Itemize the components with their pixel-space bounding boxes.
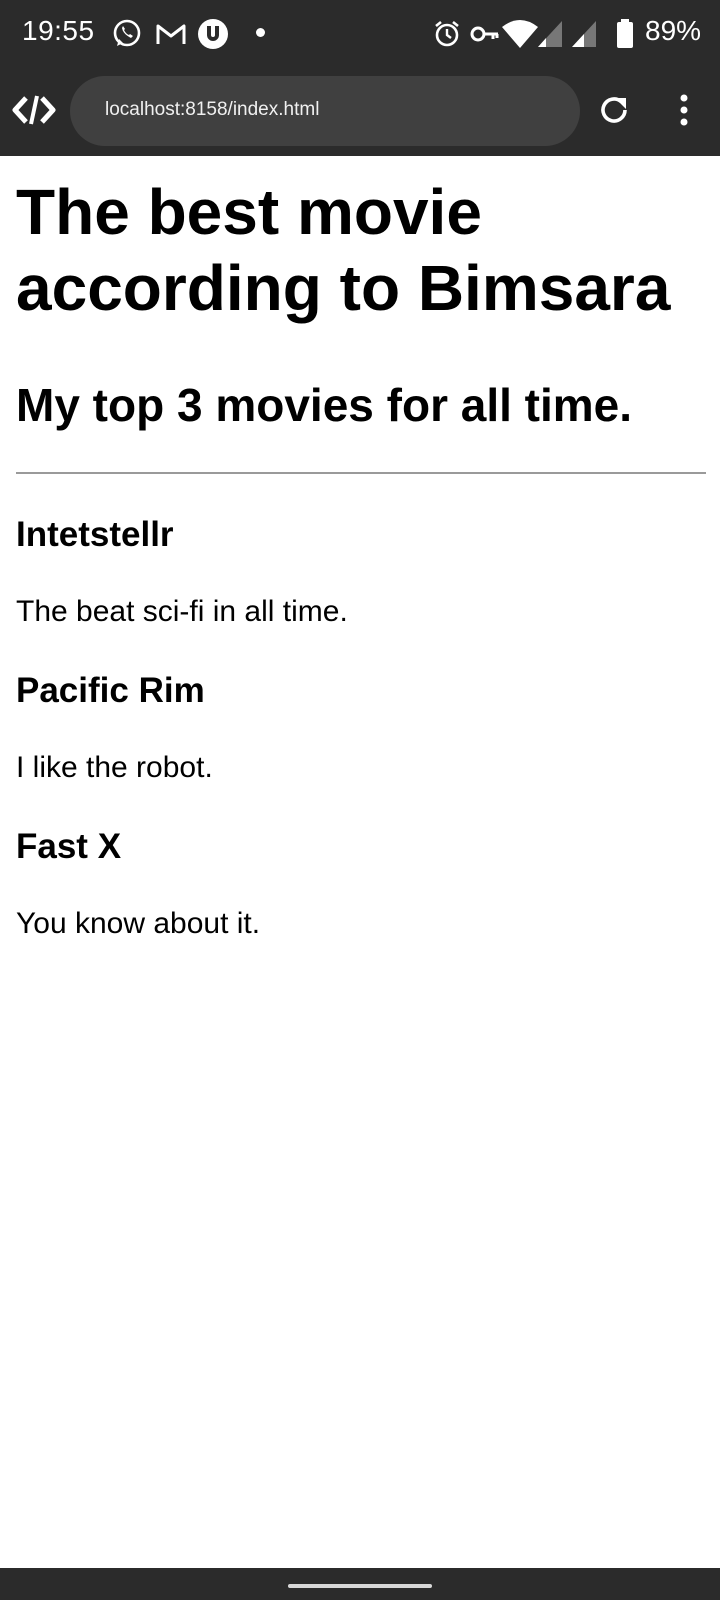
movie-title: Fast X — [16, 827, 122, 866]
wifi-icon — [500, 17, 540, 51]
page-content: The best movie according to Bimsara My t… — [16, 156, 706, 942]
key-icon — [468, 17, 502, 51]
address-bar[interactable]: localhost:8158/index.html — [70, 76, 580, 146]
overflow-menu-icon[interactable] — [662, 86, 706, 134]
more-dot-icon — [256, 28, 265, 37]
page-title: The best movie according to Bimsara — [16, 176, 671, 324]
status-bar: 19:55 89% — [0, 0, 720, 68]
url-text[interactable]: localhost:8158/index.html — [105, 99, 319, 121]
navigation-bar — [0, 1568, 720, 1600]
movie-description: You know about it. — [16, 907, 261, 940]
movie-title: Intetstellr — [16, 515, 174, 554]
whatsapp-icon — [110, 17, 144, 51]
status-time: 19:55 — [22, 15, 95, 46]
vpn-shield-icon — [196, 17, 230, 51]
divider — [16, 472, 706, 474]
battery-percentage: 89% — [645, 15, 702, 46]
movie-description: I like the robot. — [16, 751, 213, 784]
signal-icon — [570, 17, 598, 51]
signal-icon — [536, 17, 564, 51]
browser-toolbar: localhost:8158/index.html — [0, 68, 720, 156]
home-gesture-handle[interactable] — [288, 1584, 432, 1588]
alarm-icon — [430, 17, 464, 51]
gmail-icon — [154, 17, 188, 51]
devtools-icon[interactable] — [12, 86, 56, 134]
page-subtitle: My top 3 movies for all time. — [16, 379, 633, 431]
battery-icon — [614, 17, 636, 51]
movie-title: Pacific Rim — [16, 671, 205, 710]
movie-description: The beat sci-fi in all time. — [16, 595, 348, 628]
reload-icon[interactable] — [592, 86, 636, 134]
